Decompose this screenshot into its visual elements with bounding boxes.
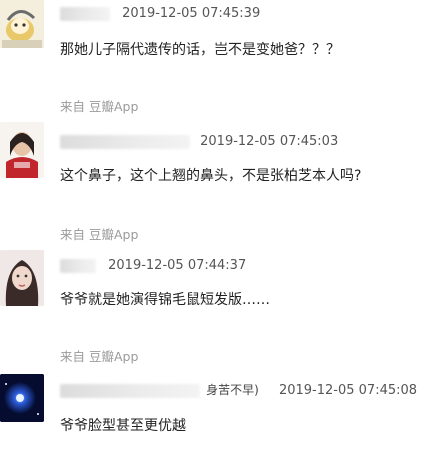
timestamp: 2019-12-05 07:45:03 <box>200 134 339 149</box>
username-redacted <box>60 258 96 273</box>
avatar[interactable] <box>0 374 44 422</box>
comment-source: 来自 豆瓣App <box>60 227 139 242</box>
comment-3: 2019-12-05 07:44:37 爷爷就是她演得锦毛鼠短发版…… 来自 豆… <box>0 246 429 366</box>
timestamp: 2019-12-05 07:45:39 <box>122 6 261 21</box>
comment-text: 那她儿子隔代遗传的话，岂不是变她爸？？？ <box>60 42 340 58</box>
username-redacted <box>60 6 110 21</box>
comment-4: 身苦不早) 2019-12-05 07:45:08 爷爷脸型甚至更优越 <box>0 370 429 457</box>
comment-meta: 2019-12-05 07:44:37 <box>60 256 246 276</box>
comment-meta: 身苦不早) 2019-12-05 07:45:08 <box>60 380 417 400</box>
username-redacted <box>60 383 200 398</box>
avatar-image <box>0 0 44 48</box>
username-redacted <box>60 134 190 149</box>
avatar-image <box>0 374 44 422</box>
username-partial: 身苦不早) <box>206 383 259 397</box>
timestamp: 2019-12-05 07:44:37 <box>108 258 247 273</box>
comment-meta: 2019-12-05 07:45:39 <box>60 4 260 24</box>
comment-meta: 2019-12-05 07:45:03 <box>60 132 338 152</box>
comment-text: 这个鼻子，这个上翘的鼻头，不是张柏芝本人吗? <box>60 168 362 184</box>
avatar-image <box>0 250 44 306</box>
avatar-image <box>0 122 44 178</box>
avatar[interactable] <box>0 122 44 178</box>
comment-text: 爷爷脸型甚至更优越 <box>60 418 186 434</box>
comment-2: 2019-12-05 07:45:03 这个鼻子，这个上翘的鼻头，不是张柏芝本人… <box>0 122 429 242</box>
timestamp: 2019-12-05 07:45:08 <box>278 383 418 398</box>
comment-text: 爷爷就是她演得锦毛鼠短发版…… <box>60 292 270 308</box>
comment-1: 2019-12-05 07:45:39 那她儿子隔代遗传的话，岂不是变她爸？？？… <box>0 0 429 120</box>
avatar[interactable] <box>0 250 44 306</box>
comment-source: 来自 豆瓣App <box>60 349 139 364</box>
avatar[interactable] <box>0 0 44 48</box>
comment-source: 来自 豆瓣App <box>60 99 139 114</box>
